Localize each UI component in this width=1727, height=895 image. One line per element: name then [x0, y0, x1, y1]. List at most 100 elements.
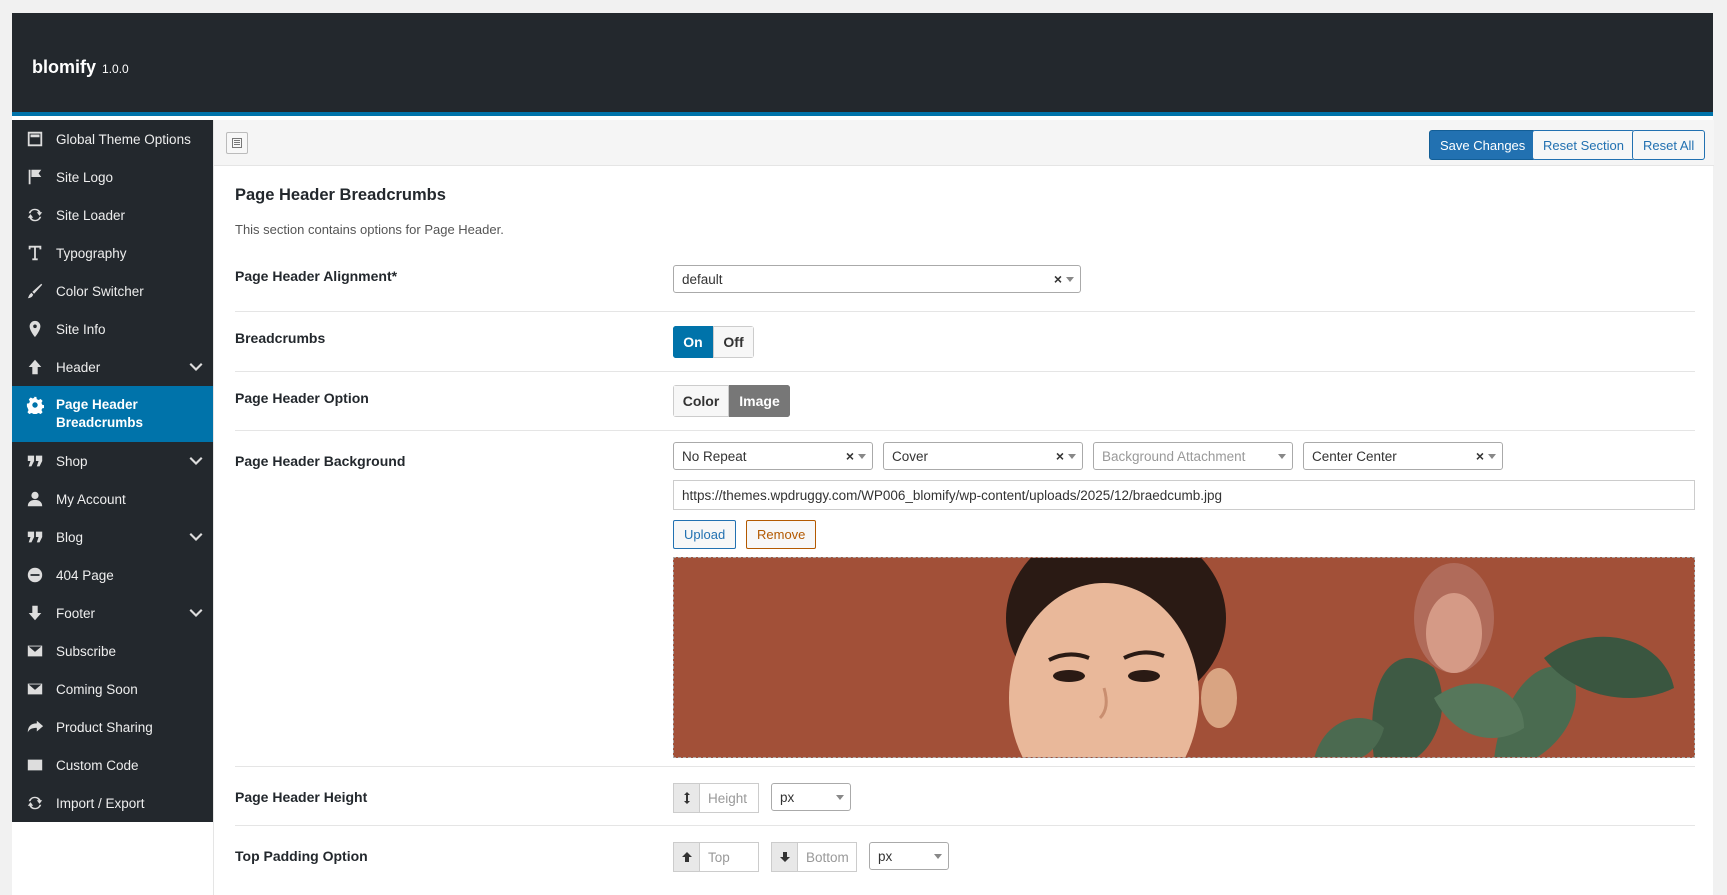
dropdown-arrow-icon — [858, 454, 866, 459]
sidebar-item-label: Site Info — [56, 321, 106, 337]
chevron-down-icon[interactable] — [189, 359, 203, 373]
dropdown-arrow-icon — [1488, 454, 1496, 459]
select-value: Center Center — [1312, 448, 1397, 464]
user-icon — [25, 489, 45, 509]
field-label: Page Header Height — [235, 789, 368, 805]
field-row-header-option: Page Header Option Color Image — [235, 372, 1695, 431]
chevron-down-icon[interactable] — [189, 605, 203, 619]
sidebar-item-label: Typography — [56, 245, 127, 261]
sidebar-item-label: Coming Soon — [56, 681, 138, 697]
sidebar-item-404-page[interactable]: 404 Page — [12, 556, 213, 594]
sidebar-item-import-export[interactable]: Import / Export — [12, 784, 213, 822]
padding-bottom-input[interactable]: Bottom — [771, 842, 857, 872]
sidebar-item-label: Site Loader — [56, 207, 126, 223]
bg-position-select[interactable]: Center Center × — [1303, 442, 1503, 470]
refresh-icon — [25, 205, 45, 225]
option-image-button[interactable]: Image — [729, 385, 790, 417]
sidebar-item-site-info[interactable]: Site Info — [12, 310, 213, 348]
select-placeholder: Background Attachment — [1102, 448, 1246, 464]
clear-icon[interactable]: × — [1054, 271, 1062, 287]
sidebar-item-label: Subscribe — [56, 643, 117, 659]
field-row-background: Page Header Background No Repeat × Cover… — [235, 431, 1695, 767]
share-icon — [25, 717, 45, 737]
app-version: 1.0.0 — [102, 62, 129, 76]
sidebar-item-label: Shop — [56, 453, 88, 469]
padding-top-input[interactable]: Top — [673, 842, 759, 872]
dropdown-arrow-icon — [1278, 454, 1286, 459]
field-label: Page Header Background — [235, 453, 406, 469]
sidebar-item-my-account[interactable]: My Account — [12, 480, 213, 518]
select-value: px — [780, 789, 795, 805]
alignment-select[interactable]: default × — [673, 265, 1081, 293]
sidebar-item-site-logo[interactable]: Site Logo — [12, 158, 213, 196]
sidebar-item-color-switcher[interactable]: Color Switcher — [12, 272, 213, 310]
sidebar-item-label: Blog — [56, 529, 84, 545]
sidebar-item-site-loader[interactable]: Site Loader — [12, 196, 213, 234]
arrow-down-icon — [772, 843, 798, 871]
brush-icon — [25, 281, 45, 301]
height-unit-select[interactable]: px — [771, 783, 851, 811]
sidebar-item-label: Global Theme Options — [56, 131, 191, 147]
bg-repeat-select[interactable]: No Repeat × — [673, 442, 873, 470]
quote-icon — [25, 451, 45, 471]
sidebar-item-coming-soon[interactable]: Coming Soon — [12, 670, 213, 708]
sidebar-item-label: Page Header Breadcrumbs — [56, 397, 144, 430]
sidebar-item-global-theme-options[interactable]: Global Theme Options — [12, 120, 213, 158]
arrow-down-icon — [25, 603, 45, 623]
sidebar-item-product-sharing[interactable]: Product Sharing — [12, 708, 213, 746]
sidebar-item-page-header-breadcrumbs[interactable]: Page Header Breadcrumbs — [12, 386, 213, 442]
sidebar-item-label: Header — [56, 359, 101, 375]
field-label: Breadcrumbs — [235, 330, 326, 346]
list-icon — [232, 138, 242, 148]
select-value: default — [682, 271, 723, 287]
reset-all-button[interactable]: Reset All — [1632, 130, 1706, 160]
save-changes-button[interactable]: Save Changes — [1429, 130, 1537, 160]
minus-circle-icon — [25, 565, 45, 585]
height-input[interactable]: Height — [673, 783, 759, 813]
breadcrumbs-toggle: On Off — [673, 326, 754, 358]
chevron-down-icon[interactable] — [189, 529, 203, 543]
arrow-up-icon — [25, 357, 45, 377]
sidebar-item-custom-code[interactable]: Custom Code — [12, 746, 213, 784]
section-title: Page Header Breadcrumbs — [235, 186, 446, 204]
input-placeholder: Height — [708, 790, 748, 806]
envelope-icon — [25, 679, 45, 699]
padding-unit-select[interactable]: px — [869, 842, 949, 870]
bg-image-url-input[interactable]: https://themes.wpdruggy.com/WP006_blomif… — [673, 480, 1695, 510]
remove-button[interactable]: Remove — [746, 520, 817, 549]
chevron-down-icon[interactable] — [189, 453, 203, 467]
option-color-button[interactable]: Color — [673, 385, 729, 417]
sidebar-item-label: Color Switcher — [56, 283, 144, 299]
input-placeholder: Bottom — [806, 849, 849, 865]
sidebar-item-header[interactable]: Header — [12, 348, 213, 386]
sidebar-item-blog[interactable]: Blog — [12, 518, 213, 556]
bg-image-preview — [673, 557, 1695, 758]
sidebar-item-typography[interactable]: Typography — [12, 234, 213, 272]
clear-icon[interactable]: × — [1476, 448, 1484, 464]
brand: blomify 1.0.0 — [32, 57, 129, 78]
field-row-height: Page Header Height Height px — [235, 767, 1695, 826]
bg-size-select[interactable]: Cover × — [883, 442, 1083, 470]
top-header: blomify 1.0.0 — [12, 13, 1713, 116]
layout-icon — [25, 129, 45, 149]
expand-options-button[interactable] — [226, 132, 248, 154]
upload-button[interactable]: Upload — [673, 520, 737, 549]
sidebar-item-subscribe[interactable]: Subscribe — [12, 632, 213, 670]
clear-icon[interactable]: × — [846, 448, 854, 464]
sidebar-item-label: Product Sharing — [56, 719, 153, 735]
sidebar-item-label: 404 Page — [56, 567, 114, 583]
quote-icon — [25, 527, 45, 547]
dropdown-arrow-icon — [1066, 277, 1074, 282]
toggle-on-button[interactable]: On — [673, 326, 713, 358]
clear-icon[interactable]: × — [1056, 448, 1064, 464]
toggle-off-button[interactable]: Off — [713, 326, 754, 358]
sidebar-item-shop[interactable]: Shop — [12, 442, 213, 480]
sidebar-item-label: Custom Code — [56, 757, 139, 773]
bg-attachment-select[interactable]: Background Attachment — [1093, 442, 1293, 470]
sidebar-item-label: My Account — [56, 491, 126, 507]
field-row-breadcrumbs: Breadcrumbs On Off — [235, 312, 1695, 372]
sidebar-item-footer[interactable]: Footer — [12, 594, 213, 632]
reset-section-button[interactable]: Reset Section — [1532, 130, 1635, 160]
action-bar: Save Changes Reset Section Reset All — [214, 120, 1714, 166]
input-placeholder: Top — [708, 849, 730, 865]
